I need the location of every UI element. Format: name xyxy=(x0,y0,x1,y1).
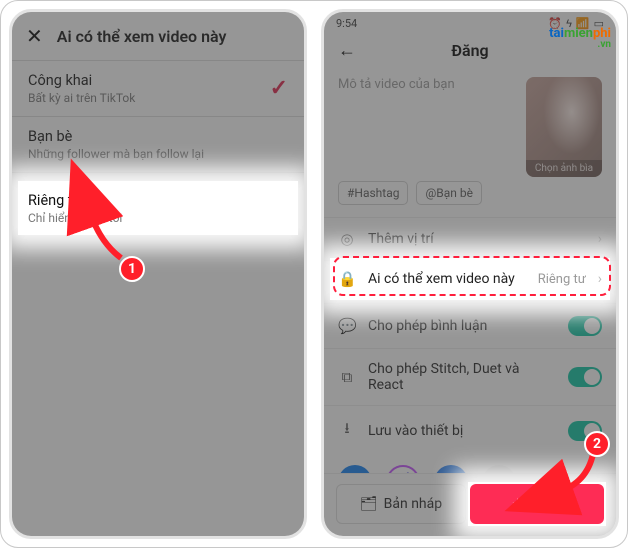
step-badge-2: 2 xyxy=(584,431,610,457)
comment-icon: 💬 xyxy=(338,317,356,335)
privacy-option-friends[interactable]: Bạn bè Những follower mà bạn follow lại xyxy=(12,116,304,172)
video-thumbnail[interactable]: Chọn ảnh bìa xyxy=(526,77,602,177)
chevron-right-icon: › xyxy=(598,231,602,247)
privacy-option-public[interactable]: Công khai Bất kỳ ai trên TikTok ✓ xyxy=(12,60,304,116)
stitch-icon: ⧉ xyxy=(338,368,356,386)
step-badge-1: 1 xyxy=(119,256,145,282)
toggle-on[interactable] xyxy=(568,316,602,336)
description-input[interactable]: Mô tả video của bạn xyxy=(338,77,516,177)
chips-row: #Hashtag @Bạn bè xyxy=(324,177,616,217)
row-add-location[interactable]: ◎ Thêm vị trí › xyxy=(324,217,616,260)
watermark: taimienphi .vn xyxy=(549,26,611,50)
drafts-icon: 🗂 xyxy=(360,496,378,512)
annotation-arrow-2 xyxy=(549,441,619,511)
privacy-header: ✕ Ai có thể xem video này xyxy=(12,12,304,60)
sparkle-icon: ✦ xyxy=(512,496,524,512)
back-icon[interactable]: ← xyxy=(338,40,356,61)
row-label: Lưu vào thiết bị xyxy=(368,423,556,439)
row-label: Ai có thể xem video này xyxy=(368,271,526,287)
compose-area: Mô tả video của bạn Chọn ảnh bìa xyxy=(324,69,616,177)
privacy-title: Ai có thể xem video này xyxy=(57,27,227,46)
toggle-on[interactable] xyxy=(568,367,602,387)
hashtag-chip[interactable]: #Hashtag xyxy=(338,181,408,205)
row-label: Thêm vị trí xyxy=(368,231,586,247)
row-label: Cho phép Stitch, Duet và React xyxy=(368,361,556,393)
option-subtitle: Những follower mà bạn follow lại xyxy=(28,147,204,161)
mention-chip[interactable]: @Bạn bè xyxy=(416,181,481,205)
option-title: Công khai xyxy=(28,72,135,89)
drafts-label: Bản nháp xyxy=(384,496,442,512)
row-allow-stitch-duet[interactable]: ⧉ Cho phép Stitch, Duet và React xyxy=(324,348,616,405)
close-icon[interactable]: ✕ xyxy=(26,26,43,46)
row-label: Cho phép bình luận xyxy=(368,318,556,334)
row-allow-comments[interactable]: 💬 Cho phép bình luận xyxy=(324,303,616,348)
option-subtitle: Bất kỳ ai trên TikTok xyxy=(28,91,135,105)
download-icon: ⭳ xyxy=(338,418,356,443)
checkmark-icon: ✓ xyxy=(270,76,288,101)
highlight-clear-area: Riêng tư Chỉ hiển thị với tôi xyxy=(18,181,298,235)
phone-privacy-sheet: ✕ Ai có thể xem video này Công khai Bất … xyxy=(9,9,307,539)
status-time: 9:54 xyxy=(336,17,357,30)
drafts-button[interactable]: 🗂 Bản nháp xyxy=(336,484,466,524)
highlight-clear-area-privacy: 🔒 Ai có thể xem video này Riêng tư › xyxy=(330,258,610,300)
location-icon: ◎ xyxy=(338,230,356,248)
row-value: Riêng tư xyxy=(538,272,586,287)
chevron-right-icon: › xyxy=(598,271,602,287)
tutorial-stage: ✕ Ai có thể xem video này Công khai Bất … xyxy=(0,0,628,548)
option-title: Bạn bè xyxy=(28,128,204,145)
lock-icon: 🔒 xyxy=(338,270,356,288)
thumbnail-caption: Chọn ảnh bìa xyxy=(526,160,602,177)
